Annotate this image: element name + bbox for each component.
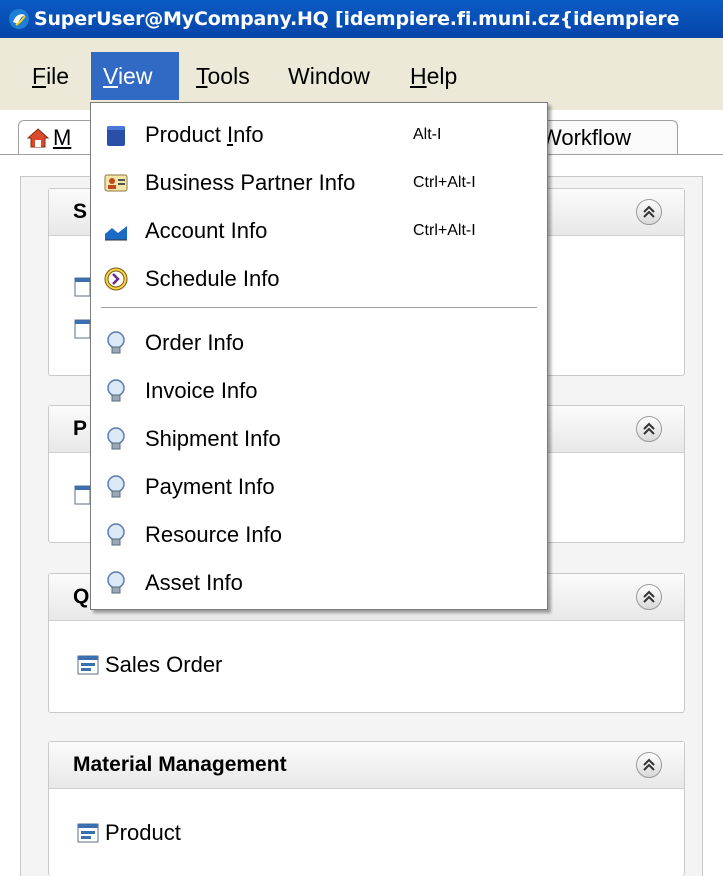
- window-title: SuperUser@MyCompany.HQ [idempiere.fi.mun…: [34, 8, 680, 30]
- window-title-bar[interactable]: SuperUser@MyCompany.HQ [idempiere.fi.mun…: [0, 0, 723, 38]
- menu-item-asset-info[interactable]: Asset Info: [91, 559, 547, 607]
- view-menu-dropdown: Product Info Alt-I Business Partner Info…: [90, 102, 548, 610]
- lightbulb-icon: [107, 379, 125, 402]
- menu-separator: [101, 307, 537, 309]
- tab-workflow[interactable]: Workflow: [530, 120, 678, 154]
- window-icon: [77, 655, 99, 675]
- collapse-button[interactable]: [636, 416, 662, 442]
- menu-item-business-partner-info[interactable]: Business Partner Info Ctrl+Alt-I: [91, 159, 547, 207]
- window-icon: [74, 319, 90, 339]
- menu-item-account-info[interactable]: Account Info Ctrl+Alt-I: [91, 207, 547, 255]
- menu-item-shipment-info[interactable]: Shipment Info: [91, 415, 547, 463]
- lightbulb-icon: [107, 475, 125, 498]
- lightbulb-icon: [107, 571, 125, 594]
- home-icon: [27, 128, 49, 148]
- menu-item-shortcut: Ctrl+Alt-I: [413, 174, 476, 191]
- double-chevron-up-icon: [643, 205, 655, 218]
- business-partner-icon: [104, 174, 128, 192]
- menu-item-product-info[interactable]: Product Info Alt-I: [91, 111, 547, 159]
- lightbulb-icon: [107, 427, 125, 450]
- menu-item-payment-info[interactable]: Payment Info: [91, 463, 547, 511]
- window-icon: [74, 277, 90, 297]
- tab-workflow-label: Workflow: [541, 125, 632, 150]
- tab-home-label: M: [53, 125, 72, 150]
- panel-material-management: Material Management Product: [48, 741, 685, 876]
- menu-item-label: Payment Info: [145, 474, 275, 499]
- menu-file[interactable]: File: [20, 52, 81, 100]
- product-info-icon: [107, 126, 125, 146]
- menu-item-schedule-info[interactable]: Schedule Info: [91, 255, 547, 303]
- panel-link-sales-order[interactable]: Sales Order: [77, 652, 222, 678]
- menu-item-invoice-info[interactable]: Invoice Info: [91, 367, 547, 415]
- schedule-clock-icon: [104, 267, 128, 291]
- menu-window[interactable]: Window: [276, 52, 382, 100]
- menu-item-shortcut: Alt-I: [413, 126, 442, 143]
- double-chevron-up-icon: [643, 590, 655, 603]
- panel-header[interactable]: Material Management: [49, 742, 684, 789]
- panel-link-product[interactable]: Product: [77, 820, 181, 846]
- lightbulb-icon: [107, 331, 125, 354]
- collapse-button[interactable]: [636, 752, 662, 778]
- menu-item-label: Business Partner Info: [145, 170, 356, 195]
- collapse-button[interactable]: [636, 199, 662, 225]
- menu-item-label: Schedule Info: [145, 266, 280, 291]
- menu-item-label: Account Info: [145, 218, 268, 243]
- panel-title: Material Management: [73, 753, 287, 776]
- menu-item-label: Product Info: [145, 122, 264, 147]
- menu-item-label: Asset Info: [145, 570, 243, 595]
- lightbulb-icon: [107, 523, 125, 546]
- menu-item-label: Resource Info: [145, 522, 282, 547]
- account-chart-icon: [105, 226, 127, 241]
- window-icon: [77, 823, 99, 843]
- menu-item-label: Invoice Info: [145, 378, 258, 403]
- menu-item-resource-info[interactable]: Resource Info: [91, 511, 547, 559]
- menu-tools[interactable]: Tools: [184, 52, 262, 100]
- window-icon: [74, 485, 90, 505]
- menu-item-label: Shipment Info: [145, 426, 281, 451]
- double-chevron-up-icon: [643, 758, 655, 771]
- panel-link-label: Sales Order: [105, 652, 223, 677]
- panel-title: S: [73, 200, 88, 223]
- menu-view[interactable]: View: [91, 52, 179, 100]
- panel-link-label: Product: [105, 820, 181, 845]
- menu-help[interactable]: Help: [398, 52, 469, 100]
- app-logo-icon: [9, 9, 29, 29]
- menu-item-shortcut: Ctrl+Alt-I: [413, 222, 476, 239]
- double-chevron-up-icon: [643, 422, 655, 435]
- collapse-button[interactable]: [636, 584, 662, 610]
- menu-item-label: Order Info: [145, 330, 245, 355]
- panel-title: P: [73, 417, 88, 440]
- menu-item-order-info[interactable]: Order Info: [91, 319, 547, 367]
- panel-title: Q: [73, 585, 90, 608]
- menu-bar: File View Tools Window Help: [0, 38, 723, 110]
